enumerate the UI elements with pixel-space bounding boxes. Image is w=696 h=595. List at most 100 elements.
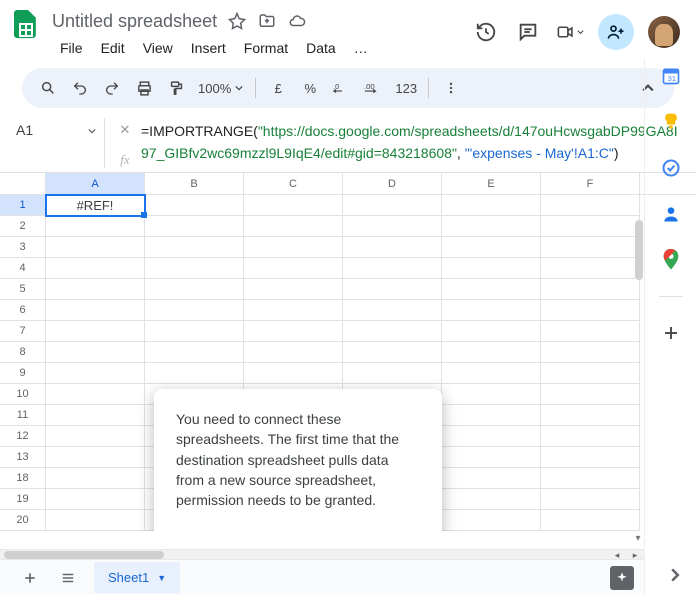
cell[interactable] [46, 300, 145, 321]
cell[interactable] [46, 489, 145, 510]
menu-format[interactable]: Format [236, 36, 296, 60]
zoom-select[interactable]: 100% [194, 81, 247, 96]
cell[interactable] [244, 342, 343, 363]
cell[interactable] [46, 216, 145, 237]
row-header[interactable]: 5 [0, 279, 46, 300]
cell[interactable] [343, 342, 442, 363]
cell[interactable] [244, 195, 343, 216]
percent-button[interactable]: % [296, 74, 324, 102]
cell[interactable] [541, 279, 640, 300]
cell[interactable] [343, 279, 442, 300]
sheet-tab-active[interactable]: Sheet1▼ [94, 562, 180, 593]
cell[interactable] [46, 447, 145, 468]
cell[interactable] [541, 384, 640, 405]
cell[interactable] [442, 405, 541, 426]
cell[interactable] [145, 279, 244, 300]
cell[interactable] [541, 426, 640, 447]
more-toolbar-icon[interactable] [437, 74, 465, 102]
cell[interactable] [541, 342, 640, 363]
menu-edit[interactable]: Edit [93, 36, 133, 60]
cell[interactable] [46, 279, 145, 300]
sheets-logo[interactable] [10, 10, 46, 46]
more-formats-button[interactable]: 123 [392, 74, 420, 102]
contacts-icon[interactable] [661, 204, 681, 224]
menu-data[interactable]: Data [298, 36, 344, 60]
cell[interactable] [442, 510, 541, 531]
search-icon[interactable] [34, 74, 62, 102]
star-icon[interactable] [227, 11, 247, 31]
cell[interactable] [343, 300, 442, 321]
cell[interactable] [343, 321, 442, 342]
cell[interactable] [541, 195, 640, 216]
cell[interactable] [541, 258, 640, 279]
cell[interactable] [442, 321, 541, 342]
keep-icon[interactable] [661, 112, 681, 132]
name-box[interactable]: A1 [8, 118, 104, 142]
cell[interactable] [442, 447, 541, 468]
row-header[interactable]: 19 [0, 489, 46, 510]
cell[interactable] [541, 216, 640, 237]
cell[interactable] [541, 363, 640, 384]
cell[interactable] [442, 195, 541, 216]
row-header[interactable]: 4 [0, 258, 46, 279]
account-avatar[interactable] [648, 16, 680, 48]
column-header[interactable]: C [244, 173, 343, 194]
cell[interactable] [244, 237, 343, 258]
cell[interactable] [145, 363, 244, 384]
cell[interactable] [541, 447, 640, 468]
row-header[interactable]: 13 [0, 447, 46, 468]
cell[interactable] [145, 342, 244, 363]
formula-input[interactable]: =IMPORTRANGE("https://docs.google.com/sp… [135, 118, 688, 167]
all-sheets-icon[interactable] [56, 566, 80, 590]
column-header[interactable]: B [145, 173, 244, 194]
undo-icon[interactable] [66, 74, 94, 102]
cell[interactable] [442, 216, 541, 237]
row-header[interactable]: 11 [0, 405, 46, 426]
increase-decimal-icon[interactable]: .00 [360, 74, 388, 102]
menu-file[interactable]: File [52, 36, 91, 60]
row-header[interactable]: 8 [0, 342, 46, 363]
calendar-icon[interactable]: 31 [661, 66, 681, 86]
cell[interactable] [541, 468, 640, 489]
redo-icon[interactable] [98, 74, 126, 102]
cell[interactable] [343, 216, 442, 237]
cell[interactable] [46, 321, 145, 342]
cell[interactable] [541, 237, 640, 258]
cell[interactable] [46, 426, 145, 447]
cell[interactable] [343, 363, 442, 384]
cell[interactable] [442, 342, 541, 363]
row-header[interactable]: 2 [0, 216, 46, 237]
row-header[interactable]: 9 [0, 363, 46, 384]
cell[interactable] [46, 363, 145, 384]
cell[interactable] [541, 489, 640, 510]
history-icon[interactable] [472, 18, 500, 46]
currency-button[interactable]: £ [264, 74, 292, 102]
cell[interactable] [442, 258, 541, 279]
add-addon-icon[interactable] [661, 323, 681, 343]
cell[interactable] [46, 237, 145, 258]
explore-button[interactable] [610, 566, 634, 590]
cell[interactable] [442, 426, 541, 447]
column-header[interactable]: E [442, 173, 541, 194]
cell[interactable] [244, 321, 343, 342]
cell[interactable] [442, 237, 541, 258]
meet-icon[interactable] [556, 18, 584, 46]
cell[interactable] [442, 384, 541, 405]
cell[interactable] [442, 489, 541, 510]
cell[interactable] [442, 468, 541, 489]
cell[interactable] [46, 510, 145, 531]
horizontal-scrollbar[interactable]: ◂▸ [0, 549, 644, 559]
add-sheet-icon[interactable] [18, 566, 42, 590]
maps-icon[interactable] [661, 250, 681, 270]
cell[interactable] [343, 258, 442, 279]
column-header[interactable]: D [343, 173, 442, 194]
cell[interactable] [145, 216, 244, 237]
row-header[interactable]: 12 [0, 426, 46, 447]
document-title[interactable]: Untitled spreadsheet [52, 11, 217, 32]
menu-insert[interactable]: Insert [183, 36, 234, 60]
comments-icon[interactable] [514, 18, 542, 46]
row-header[interactable]: 18 [0, 468, 46, 489]
cell[interactable] [442, 363, 541, 384]
cell[interactable] [145, 321, 244, 342]
menu-view[interactable]: View [135, 36, 181, 60]
